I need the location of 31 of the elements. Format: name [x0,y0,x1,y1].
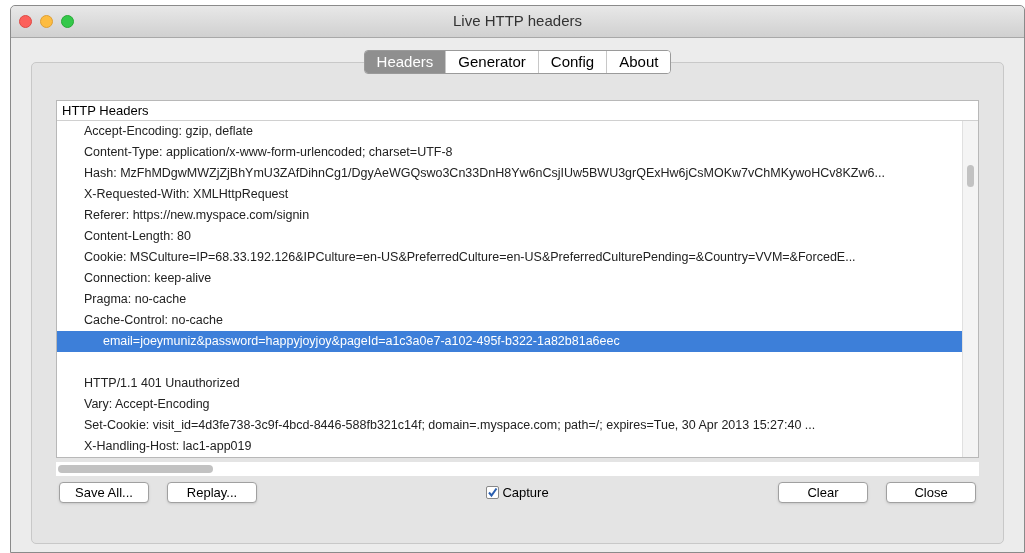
header-row[interactable]: HTTP/1.1 401 Unauthorized [57,373,962,394]
minimize-window-icon[interactable] [40,15,53,28]
header-row[interactable]: Cache-Control: no-cache [57,310,962,331]
action-button[interactable]: Close [886,482,976,503]
header-row[interactable]: Connection: keep-alive [57,268,962,289]
checkbox[interactable] [486,486,500,499]
close-window-icon[interactable] [19,15,32,28]
header-row[interactable]: Vary: Accept-Encoding [57,394,962,415]
scroll-thumb[interactable] [58,465,213,473]
action-button[interactable]: Save All... [59,482,149,503]
action-button[interactable]: Replay... [167,482,257,503]
horizontal-scrollbar[interactable] [56,462,979,476]
header-row[interactable]: X-Handling-Host: lac1-app019 [57,436,962,457]
header-row[interactable]: Referer: https://new.myspace.com/signin [57,205,962,226]
header-row[interactable]: Set-Cookie: visit_id=4d3fe738-3c9f-4bcd-8446-588fb321c14f; domain=.myspace.com; path=/; expires=Tue, 30 Apr 2013 15:27:40 ... [57,415,962,436]
scroll-thumb[interactable] [967,165,974,187]
check-icon [487,487,499,498]
header-row[interactable]: Hash: MzFhMDgwMWZjZjBhYmU3ZAfDihnCg1/DgyAeWGQswo3Cn33DnH8Yw6nCsjIUw5BWU3grQExHw6jCsMOKw7vChMKywoHCv8KZw6... [57,163,962,184]
action-button[interactable]: Clear [778,482,868,503]
header-row[interactable]: Content-Type: application/x-www-form-urlencoded; charset=UTF-8 [57,142,962,163]
zoom-window-icon[interactable] [61,15,74,28]
header-row[interactable]: email=joeymuniz&password=happyjoyjoy&pageId=a1c3a0e7-a102-495f-b322-1a82b81a6eec [57,331,962,352]
header-row[interactable]: Accept-Encoding: gzip, deflate [57,121,962,142]
header-row[interactable]: X-Requested-With: XMLHttpRequest [57,184,962,205]
header-row[interactable]: Cookie: MSCulture=IP=68.33.192.126&IPCulture=en-US&PreferredCulture=en-US&PreferredCulturePending=&Country=VVM=&ForcedE... [57,247,962,268]
header-row[interactable]: Pragma: no-cache [57,289,962,310]
window-title: Live HTTP headers [453,11,582,32]
vertical-scrollbar[interactable] [962,121,978,457]
header-row[interactable]: Content-Length: 80 [57,226,962,247]
column-header: HTTP Headers [57,101,978,121]
capture-checkbox[interactable]: Capture [486,482,549,503]
